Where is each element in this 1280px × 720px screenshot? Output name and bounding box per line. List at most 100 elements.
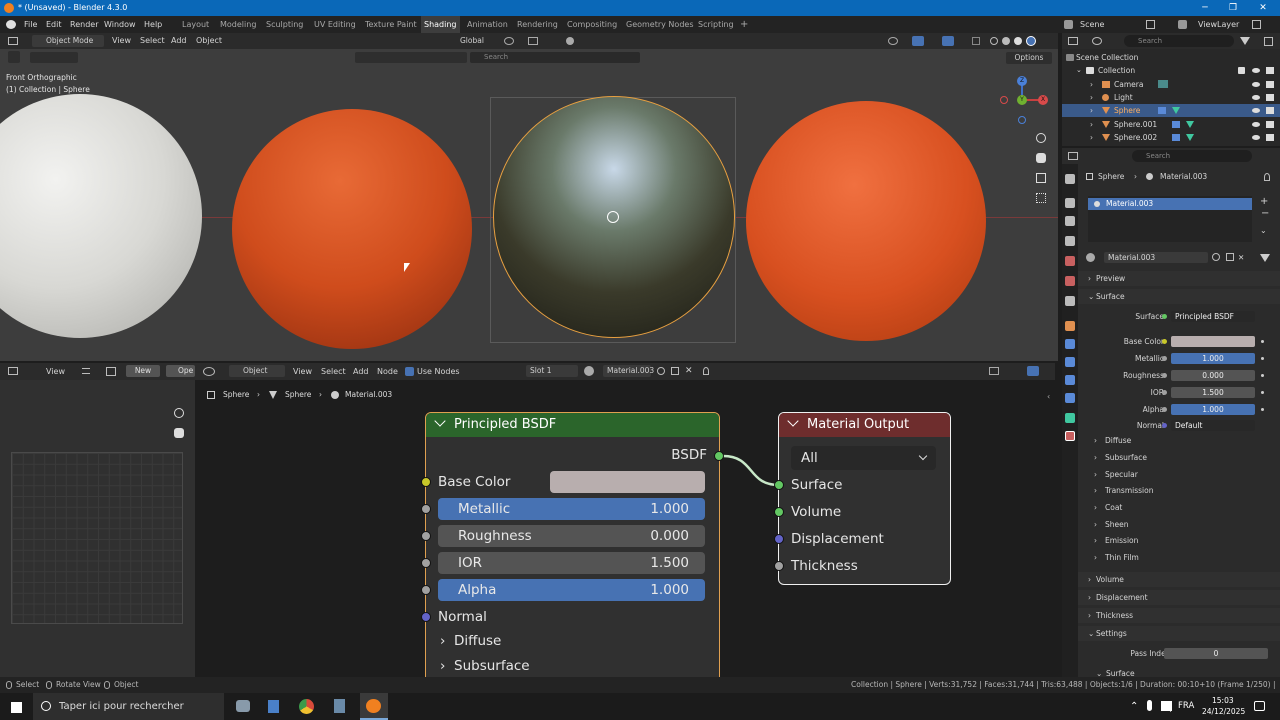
duplicate-material-icon[interactable] bbox=[1226, 253, 1234, 261]
camera-view-icon[interactable] bbox=[1036, 173, 1046, 183]
camera-restrict-icon[interactable] bbox=[1266, 94, 1274, 101]
displacement-panel-header[interactable]: › Displacement bbox=[1078, 590, 1280, 605]
eye-icon[interactable] bbox=[1252, 68, 1260, 73]
gizmo-neg-x-circle[interactable] bbox=[1000, 96, 1008, 104]
outliner-item-sphere-001[interactable]: › Sphere.001 bbox=[1062, 118, 1280, 131]
image-pan-hand-icon[interactable] bbox=[174, 428, 184, 438]
viewport-menu-view[interactable]: View bbox=[112, 33, 131, 49]
image-editor-area[interactable] bbox=[0, 380, 195, 677]
gizmo-toggle-icon[interactable] bbox=[912, 36, 924, 46]
keyframe-dot-icon[interactable] bbox=[1261, 408, 1264, 411]
sphere-matte-orange[interactable] bbox=[746, 101, 986, 341]
diffuse-panel-toggle[interactable]: › Diffuse bbox=[440, 633, 501, 649]
volume-input-socket[interactable] bbox=[774, 507, 784, 517]
viewport-menu-select[interactable]: Select bbox=[140, 33, 165, 49]
surface-shader-field[interactable]: Principled BSDF bbox=[1171, 311, 1255, 322]
tab-geometry-nodes[interactable]: Geometry Nodes bbox=[626, 16, 693, 33]
fake-user-icon[interactable] bbox=[657, 367, 665, 375]
node-overlay-icon[interactable] bbox=[1027, 366, 1039, 376]
displacement-input-socket[interactable] bbox=[774, 534, 784, 544]
overlay-toggle-icon[interactable] bbox=[942, 36, 954, 46]
remove-slot-icon[interactable]: − bbox=[1261, 208, 1269, 219]
material-browse-icon[interactable] bbox=[1086, 253, 1095, 262]
image-browse-icon[interactable] bbox=[106, 367, 116, 376]
shading-rendered-icon[interactable] bbox=[1026, 36, 1036, 46]
alpha-socket[interactable] bbox=[421, 585, 431, 595]
subsurface-panel-toggle[interactable]: › Subsurface bbox=[440, 658, 530, 674]
properties-type-icon[interactable] bbox=[1068, 152, 1078, 160]
calculator-app-icon[interactable] bbox=[268, 700, 279, 713]
surface-panel-header[interactable]: ⌄ Surface bbox=[1078, 289, 1280, 304]
node-editor-type-icon[interactable] bbox=[203, 367, 215, 376]
outliner-search[interactable]: Search bbox=[1124, 35, 1234, 47]
xray-icon[interactable] bbox=[972, 37, 980, 45]
object-mode-dropdown[interactable]: Object Mode bbox=[32, 35, 104, 47]
material-name-field[interactable]: Material.003 bbox=[1104, 252, 1208, 263]
gizmo-x-circle[interactable]: X bbox=[1038, 95, 1048, 105]
camera-restrict-icon[interactable] bbox=[1266, 107, 1274, 114]
thickness-panel-header[interactable]: › Thickness bbox=[1078, 608, 1280, 623]
menu-render[interactable]: Render bbox=[70, 16, 98, 33]
subpanel-transmission[interactable]: › Transmission bbox=[1078, 483, 1280, 498]
visibility-icon[interactable] bbox=[888, 37, 898, 45]
pivot-icon[interactable] bbox=[504, 37, 514, 45]
outliner-type-icon[interactable] bbox=[1068, 37, 1078, 45]
outliner-item-sphere[interactable]: › Sphere bbox=[1062, 104, 1280, 117]
subpanel-specular[interactable]: › Specular bbox=[1078, 467, 1280, 482]
view-layer-tab-icon[interactable] bbox=[1065, 236, 1075, 246]
camera-restrict-icon[interactable] bbox=[1266, 81, 1274, 88]
tab-uv-editing[interactable]: UV Editing bbox=[314, 16, 356, 33]
sphere-white[interactable] bbox=[0, 94, 202, 338]
node-menu-view[interactable]: View bbox=[293, 363, 312, 380]
open-image-button[interactable]: Ope bbox=[166, 365, 195, 377]
proportional-edit-icon[interactable] bbox=[566, 37, 574, 45]
clock-time[interactable]: 15:03 bbox=[1212, 696, 1234, 705]
unlink-material-icon[interactable]: ✕ bbox=[685, 366, 693, 376]
subpanel-thin-film[interactable]: › Thin Film bbox=[1078, 550, 1280, 565]
roughness-field[interactable]: Roughness 0.000 bbox=[438, 525, 705, 547]
zoom-icon[interactable] bbox=[1036, 133, 1046, 143]
clock-date[interactable]: 24/12/2025 bbox=[1202, 707, 1245, 716]
eye-icon[interactable] bbox=[1252, 122, 1260, 127]
gizmo-z-circle[interactable]: Z bbox=[1017, 76, 1027, 86]
shading-wireframe-icon[interactable] bbox=[990, 37, 998, 45]
3d-viewport[interactable]: Search Options Front Orthographic (1) Co… bbox=[0, 49, 1058, 361]
camera-restrict-icon[interactable] bbox=[1266, 134, 1274, 141]
physics-tab-icon[interactable] bbox=[1065, 375, 1075, 385]
node-menu-add[interactable]: Add bbox=[353, 363, 369, 380]
new-view-layer-icon[interactable] bbox=[1252, 20, 1261, 29]
slot-specials-icon[interactable]: ⌄ bbox=[1260, 226, 1267, 235]
material-output-node[interactable]: Material Output All Surface Volume Displ… bbox=[778, 412, 951, 585]
material-slot-item[interactable]: Material.003 bbox=[1088, 198, 1252, 210]
add-workspace-button[interactable]: + bbox=[740, 16, 748, 33]
tab-compositing[interactable]: Compositing bbox=[567, 16, 617, 33]
surface-input-socket[interactable] bbox=[774, 480, 784, 490]
collection-row[interactable]: ⌄ Collection bbox=[1062, 64, 1280, 77]
camera-restrict-icon[interactable] bbox=[1266, 67, 1274, 74]
chrome-app-icon[interactable] bbox=[299, 699, 314, 714]
outliner-item-light[interactable]: › Light bbox=[1062, 91, 1280, 104]
bsdf-output-socket[interactable] bbox=[714, 451, 724, 461]
pin-icon[interactable] bbox=[703, 367, 709, 375]
eye-icon[interactable] bbox=[1252, 108, 1260, 113]
tab-rendering[interactable]: Rendering bbox=[517, 16, 558, 33]
output-target-dropdown[interactable]: All bbox=[791, 446, 936, 470]
microphone-icon[interactable] bbox=[1147, 700, 1152, 711]
modifier-tab-icon[interactable] bbox=[1065, 339, 1075, 349]
slot-dropdown[interactable]: Slot 1 bbox=[526, 365, 578, 377]
filter-icon[interactable] bbox=[1240, 37, 1250, 45]
tab-animation[interactable]: Animation bbox=[467, 16, 508, 33]
image-editor-menu-view[interactable]: View bbox=[46, 363, 65, 380]
selection-modes[interactable] bbox=[30, 52, 78, 63]
keyframe-dot-icon[interactable] bbox=[1261, 391, 1264, 394]
eye-icon[interactable] bbox=[1252, 135, 1260, 140]
new-scene-icon[interactable] bbox=[1146, 20, 1155, 29]
tab-scripting[interactable]: Scripting bbox=[698, 16, 734, 33]
duplicate-material-icon[interactable] bbox=[671, 367, 679, 375]
base-color-prop-swatch[interactable] bbox=[1171, 336, 1255, 347]
notepad-app-icon[interactable] bbox=[334, 699, 345, 713]
alpha-prop-field[interactable]: 1.000 bbox=[1171, 404, 1255, 415]
add-slot-icon[interactable]: + bbox=[1260, 196, 1268, 207]
material-output-header[interactable]: Material Output bbox=[779, 413, 950, 437]
metallic-socket[interactable] bbox=[421, 504, 431, 514]
